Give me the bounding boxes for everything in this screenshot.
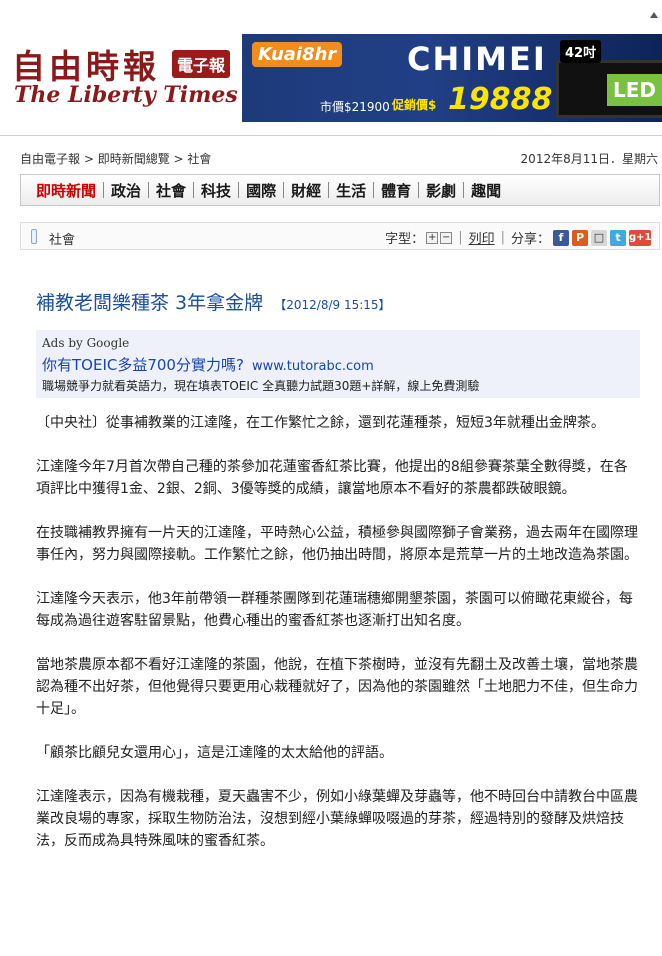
article-tools: 字型： + − | 列印 | 分享： f P □ t g+1	[385, 228, 652, 247]
nav-item-life[interactable]: 生活	[329, 180, 373, 201]
main-nav: 即時新聞 政治 社會 科技 國際 財經 生活 體育 影劇 趣聞	[20, 174, 660, 206]
twitter-icon[interactable]: t	[610, 229, 626, 246]
breadcrumb-separator: >	[80, 152, 98, 166]
logo-chinese: 自由時報	[12, 47, 160, 86]
google-ads-box: Ads by Google 你有TOEIC多益700分實力嗎? www.tutor…	[36, 330, 640, 398]
font-size-label: 字型：	[385, 232, 425, 247]
site-logo[interactable]: 自由時報 電子報 The Liberty Times	[10, 36, 238, 122]
section-marker-icon	[31, 229, 37, 244]
article-paragraph: 當地茶農原本都不看好江達隆的茶園，他說，在植下茶樹時，並沒有先翻土及改善土壤，當…	[36, 657, 638, 717]
breadcrumb-separator: >	[169, 152, 188, 166]
banner-brand: CHIMEI	[407, 40, 547, 78]
current-date: 2012年8月11日．星期六	[520, 152, 658, 166]
banner-price: 19888	[448, 82, 553, 117]
article-paragraph: 江達隆今天表示，他3年前帶領一群種茶團隊到花蓮瑞穗鄉開墾茶園，茶園可以俯瞰花東縱…	[36, 591, 633, 629]
nav-item-fun[interactable]: 趣聞	[464, 180, 508, 201]
ad-url[interactable]: www.tutorabc.com	[252, 359, 374, 374]
bookmark-icon[interactable]: □	[591, 229, 607, 246]
article-body: 〔中央社〕從事補教業的江達隆，在工作繁忙之餘，還到花蓮種茶，短短3年就種出金牌茶…	[36, 412, 640, 874]
nav-item-sports[interactable]: 體育	[374, 180, 418, 201]
article-paragraph: 〔中央社〕從事補教業的江達隆，在工作繁忙之餘，還到花蓮種茶，短短3年就種出金牌茶…	[36, 415, 605, 431]
top-strip	[0, 0, 662, 30]
banner-size-badge: 42吋	[560, 40, 602, 63]
header-divider	[0, 135, 662, 136]
plurk-icon[interactable]: P	[572, 229, 588, 246]
nav-item-world[interactable]: 國際	[239, 180, 283, 201]
section-label: 社會	[49, 233, 76, 248]
nav-item-tech[interactable]: 科技	[194, 180, 238, 201]
breadcrumb-society[interactable]: 社會	[187, 152, 211, 166]
banner-led-badge: LED	[606, 74, 662, 106]
print-link[interactable]: 列印	[469, 228, 495, 247]
article-paragraph: 江達隆今年7月首次帶自己種的茶參加花蓮蜜香紅茶比賽，他提出的8組參賽茶葉全數得獎…	[36, 459, 628, 497]
banner-store-logo: Kuai8hr	[252, 42, 343, 67]
banner-promo-label: 促銷價$	[392, 98, 437, 112]
article-paragraph: 在技職補教界擁有一片天的江達隆，平時熱心公益，積極參與國際獅子會業務，過去兩年在…	[36, 525, 638, 563]
article-title: 補教老闆樂種茶 3年拿金牌	[36, 292, 264, 314]
ads-by-google-label[interactable]: Ads by Google	[42, 336, 129, 350]
banner-list-price: 市價$21900	[320, 100, 390, 114]
breadcrumb: 自由電子報 > 即時新聞總覽 > 社會	[20, 150, 211, 167]
section-bar: 社會 字型： + − | 列印 | 分享： f P □ t g+1	[20, 222, 660, 250]
font-decrease-icon[interactable]: −	[440, 231, 453, 244]
tool-separator: |	[458, 230, 463, 245]
font-increase-icon[interactable]: +	[426, 231, 439, 244]
nav-item-society[interactable]: 社會	[149, 180, 193, 201]
breadcrumb-home[interactable]: 自由電子報	[20, 152, 80, 166]
article-headline: 補教老闆樂種茶 3年拿金牌 【2012/8/9 15:15】	[36, 288, 391, 315]
share-label: 分享：	[510, 232, 550, 247]
ad-title-text: 你有TOEIC多益700分實力嗎?	[42, 356, 244, 374]
article-paragraph: 江達隆表示，因為有機栽種，夏天蟲害不少，例如小綠葉蟬及芽蟲等，他不時回台中請教台…	[36, 789, 638, 849]
scroll-up-arrow-icon[interactable]	[650, 12, 658, 18]
nav-item-entertainment[interactable]: 影劇	[419, 180, 463, 201]
logo-badge: 電子報	[172, 50, 231, 78]
logo-english: The Liberty Times	[14, 82, 238, 108]
nav-item-finance[interactable]: 財經	[284, 180, 328, 201]
nav-item-politics[interactable]: 政治	[104, 180, 148, 201]
google-plus-icon[interactable]: g+1	[629, 229, 652, 246]
ad-banner[interactable]: Kuai8hr CHIMEI 42吋 LED 市價$21900 促銷價$ 198…	[242, 34, 662, 122]
tool-separator: |	[500, 230, 505, 245]
ad-description: 職場競爭力就看英語力，現在填表TOEIC 全真聽力試題30題+詳解，線上免費測驗	[42, 379, 480, 393]
breadcrumb-news-list[interactable]: 即時新聞總覽	[98, 152, 170, 166]
facebook-icon[interactable]: f	[553, 229, 569, 246]
article-timestamp: 【2012/8/9 15:15】	[274, 298, 391, 312]
nav-item-breaking[interactable]: 即時新聞	[29, 180, 103, 201]
ad-title-link[interactable]: 你有TOEIC多益700分實力嗎? www.tutorabc.com	[42, 354, 374, 375]
article-paragraph: 「顧茶比顧兒女還用心」，這是江達隆的太太給他的評語。	[36, 745, 393, 761]
site-header: 自由時報 電子報 The Liberty Times Kuai8hr CHIME…	[0, 30, 662, 128]
